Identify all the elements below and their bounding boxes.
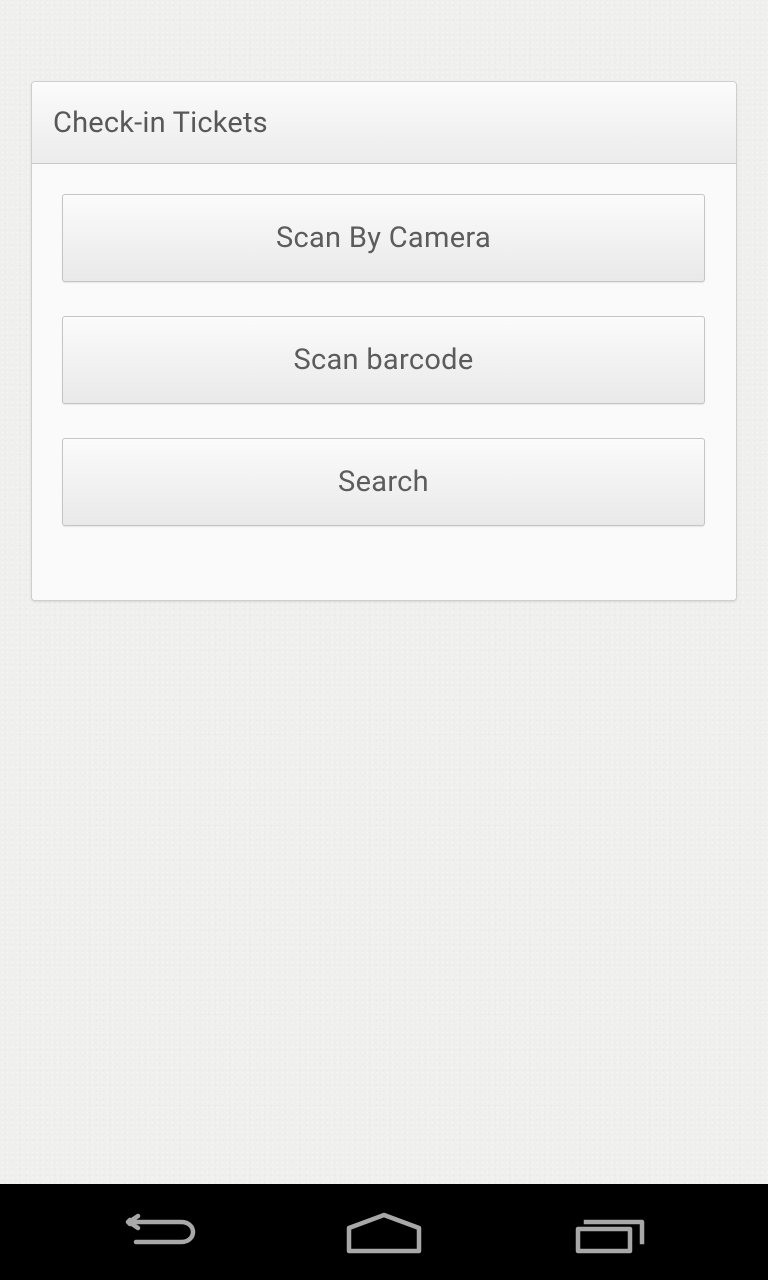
- scan-barcode-label: Scan barcode: [293, 343, 474, 377]
- recents-button[interactable]: [560, 1184, 660, 1280]
- search-label: Search: [338, 465, 429, 499]
- panel-header: Check-in Tickets: [32, 82, 736, 164]
- scan-barcode-button[interactable]: Scan barcode: [62, 316, 705, 404]
- home-button[interactable]: [334, 1184, 434, 1280]
- recents-icon: [575, 1219, 645, 1254]
- scan-by-camera-button[interactable]: Scan By Camera: [62, 194, 705, 282]
- panel-title: Check-in Tickets: [53, 106, 268, 140]
- back-icon: [125, 1213, 196, 1245]
- app-screen: Check-in Tickets Scan By Camera Scan bar…: [0, 0, 768, 1184]
- scan-by-camera-label: Scan By Camera: [275, 221, 492, 255]
- check-in-panel: Check-in Tickets Scan By Camera Scan bar…: [31, 81, 737, 601]
- navigation-bar: [0, 1184, 768, 1280]
- home-icon: [346, 1212, 422, 1254]
- search-button[interactable]: Search: [62, 438, 705, 526]
- back-button[interactable]: [110, 1184, 210, 1280]
